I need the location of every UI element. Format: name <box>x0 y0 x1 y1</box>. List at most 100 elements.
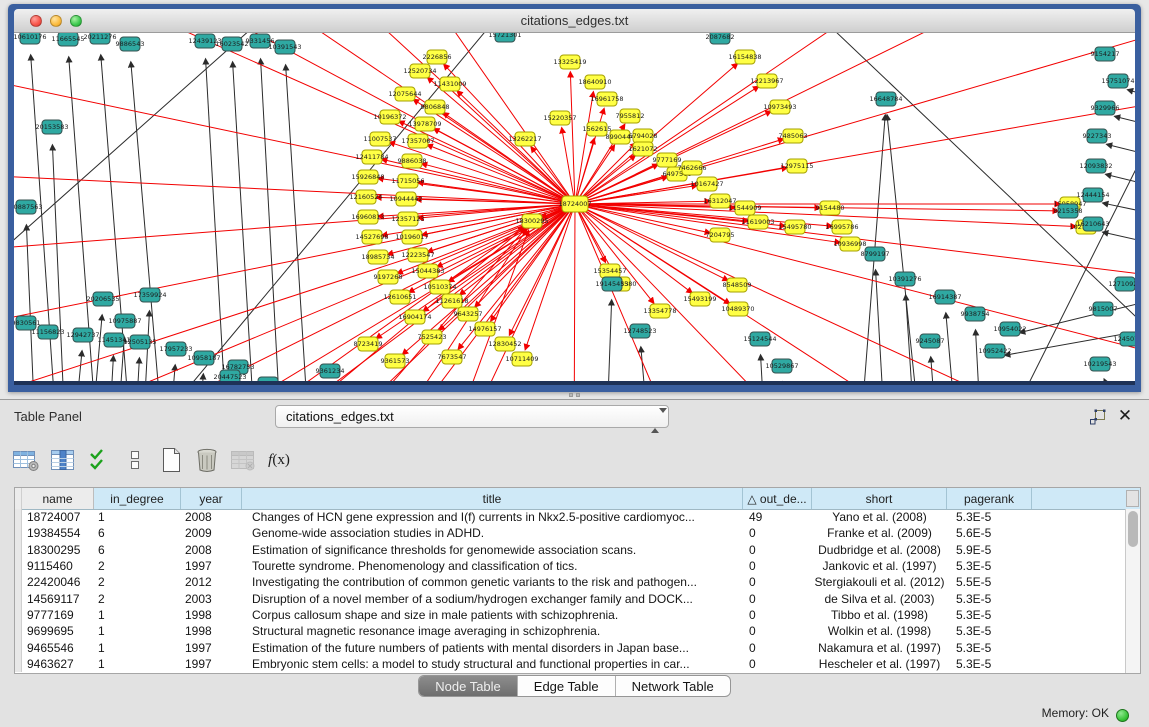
table-cell[interactable]: 2 <box>94 574 181 590</box>
table-cell[interactable]: Genome-wide association studies in ADHD. <box>242 525 743 541</box>
table-cell[interactable]: 9777169 <box>22 607 94 623</box>
table-cell[interactable]: Embryonic stem cells: a model to study s… <box>242 656 743 672</box>
table-cell[interactable]: 18724007 <box>22 509 94 525</box>
table-cell[interactable]: 5.3E-5 <box>947 590 1032 606</box>
table-cell[interactable]: 0 <box>743 558 812 574</box>
float-panel-icon[interactable] <box>1089 409 1107 425</box>
split-handle[interactable] <box>566 393 582 398</box>
table-cell[interactable]: Jankovic et al. (1997) <box>812 558 947 574</box>
table-cell[interactable]: 5.5E-5 <box>947 574 1032 590</box>
show-columns-icon[interactable] <box>50 445 76 475</box>
table-cell[interactable]: 5.6E-5 <box>947 525 1032 541</box>
column-header-name[interactable]: name <box>22 488 94 509</box>
table-cell[interactable]: 6 <box>94 525 181 541</box>
table-cell[interactable]: 9465546 <box>22 639 94 655</box>
table-cell[interactable]: 0 <box>743 542 812 558</box>
table-row[interactable]: 1456911722003Disruption of a novel membe… <box>15 590 1125 606</box>
delete-table-icon[interactable] <box>230 445 256 475</box>
table-cell[interactable]: 5.3E-5 <box>947 639 1032 655</box>
table-cell[interactable]: 2 <box>94 558 181 574</box>
table-row[interactable]: 2242004622012Investigating the contribut… <box>15 574 1125 590</box>
table-cell[interactable]: Tourette syndrome. Phenomenology and cla… <box>242 558 743 574</box>
table-cell[interactable]: 5.3E-5 <box>947 558 1032 574</box>
table-cell[interactable]: 1997 <box>181 656 242 672</box>
function-builder-icon[interactable]: f(x) <box>266 445 292 475</box>
table-row[interactable]: 946362711997Embryonic stem cells: a mode… <box>15 656 1125 672</box>
table-row[interactable]: 946554611997Estimation of the future num… <box>15 639 1125 655</box>
table-cell[interactable]: Corpus callosum shape and size in male p… <box>242 607 743 623</box>
table-cell[interactable]: Structural magnetic resonance image aver… <box>242 623 743 639</box>
table-cell[interactable]: 1 <box>94 656 181 672</box>
table-cell[interactable]: 19384554 <box>22 525 94 541</box>
column-options-button[interactable] <box>1126 490 1139 507</box>
table-cell[interactable]: 2008 <box>181 509 242 525</box>
table-cell[interactable]: 0 <box>743 639 812 655</box>
table-row[interactable]: 1872400712008Changes of HCN gene express… <box>15 509 1125 525</box>
table-source-select[interactable]: citations_edges.txt <box>275 405 669 428</box>
table-cell[interactable]: 5.9E-5 <box>947 542 1032 558</box>
table-cell[interactable]: Estimation of the future numbers of pati… <box>242 639 743 655</box>
table-cell[interactable]: 9463627 <box>22 656 94 672</box>
table-cell[interactable]: 14569117 <box>22 590 94 606</box>
clear-selection-icon[interactable] <box>122 445 148 475</box>
close-panel-icon[interactable]: ✕ <box>1115 405 1135 427</box>
table-cell[interactable]: 1998 <box>181 623 242 639</box>
table-cell[interactable]: 5.3E-5 <box>947 607 1032 623</box>
table-cell[interactable]: 2012 <box>181 574 242 590</box>
select-all-icon[interactable] <box>86 445 112 475</box>
table-cell[interactable]: Dudbridge et al. (2008) <box>812 542 947 558</box>
network-canvas[interactable]: 1830029513325419186409101696175879558121… <box>14 33 1135 381</box>
table-cell[interactable]: 1 <box>94 639 181 655</box>
table-cell[interactable]: 0 <box>743 623 812 639</box>
column-header-title[interactable]: title <box>242 488 743 509</box>
table-cell[interactable]: 9115460 <box>22 558 94 574</box>
table-cell[interactable]: de Silva et al. (2003) <box>812 590 947 606</box>
table-cell[interactable]: 1998 <box>181 607 242 623</box>
scrollbar-thumb[interactable] <box>1128 511 1138 547</box>
table-cell[interactable]: Disruption of a novel member of a sodium… <box>242 590 743 606</box>
table-cell[interactable]: 1 <box>94 623 181 639</box>
table-row[interactable]: 969969511998Structural magnetic resonanc… <box>15 623 1125 639</box>
table-mode-icon[interactable] <box>12 445 40 475</box>
table-cell[interactable]: 2009 <box>181 525 242 541</box>
delete-icon[interactable] <box>194 445 220 475</box>
column-header-out-degree[interactable]: △ out_de... <box>743 488 812 509</box>
table-cell[interactable]: Investigating the contribution of common… <box>242 574 743 590</box>
table-cell[interactable]: 2008 <box>181 542 242 558</box>
table-cell[interactable]: 1997 <box>181 558 242 574</box>
table-cell[interactable]: 9699695 <box>22 623 94 639</box>
column-header-year[interactable]: year <box>181 488 242 509</box>
table-row[interactable]: 1938455462009Genome-wide association stu… <box>15 525 1125 541</box>
table-cell[interactable]: 0 <box>743 525 812 541</box>
table-row[interactable]: 911546021997Tourette syndrome. Phenomeno… <box>15 558 1125 574</box>
column-header-pagerank[interactable]: pagerank <box>947 488 1032 509</box>
table-cell[interactable]: 1997 <box>181 639 242 655</box>
table-row[interactable]: 977716911998Corpus callosum shape and si… <box>15 607 1125 623</box>
table-cell[interactable]: 5.3E-5 <box>947 656 1032 672</box>
table-cell[interactable]: 0 <box>743 574 812 590</box>
table-cell[interactable]: Stergiakouli et al. (2012) <box>812 574 947 590</box>
new-file-icon[interactable] <box>158 445 184 475</box>
table-cell[interactable]: Tibbo et al. (1998) <box>812 607 947 623</box>
table-cell[interactable]: 49 <box>743 509 812 525</box>
table-cell[interactable]: Yano et al. (2008) <box>812 509 947 525</box>
table-scrollbar[interactable] <box>1125 509 1140 673</box>
table-cell[interactable]: Changes of HCN gene expression and I(f) … <box>242 509 743 525</box>
table-cell[interactable]: Wolkin et al. (1998) <box>812 623 947 639</box>
table-cell[interactable]: 2 <box>94 590 181 606</box>
tab-network-table[interactable]: Network Table <box>616 676 730 696</box>
column-header-short[interactable]: short <box>812 488 947 509</box>
tab-edge-table[interactable]: Edge Table <box>518 676 616 696</box>
table-cell[interactable]: Franke et al. (2009) <box>812 525 947 541</box>
table-cell[interactable]: Nakamura et al. (1997) <box>812 639 947 655</box>
table-cell[interactable]: 5.3E-5 <box>947 509 1032 525</box>
table-cell[interactable]: 6 <box>94 542 181 558</box>
table-cell[interactable]: Estimation of significance thresholds fo… <box>242 542 743 558</box>
table-cell[interactable]: 22420046 <box>22 574 94 590</box>
table-cell[interactable]: 0 <box>743 656 812 672</box>
table-cell[interactable]: 1 <box>94 607 181 623</box>
table-row[interactable]: 1830029562008Estimation of significance … <box>15 542 1125 558</box>
column-header-in-degree[interactable]: in_degree <box>94 488 181 509</box>
table-cell[interactable]: 1 <box>94 509 181 525</box>
memory-status-indicator[interactable] <box>1116 709 1129 722</box>
